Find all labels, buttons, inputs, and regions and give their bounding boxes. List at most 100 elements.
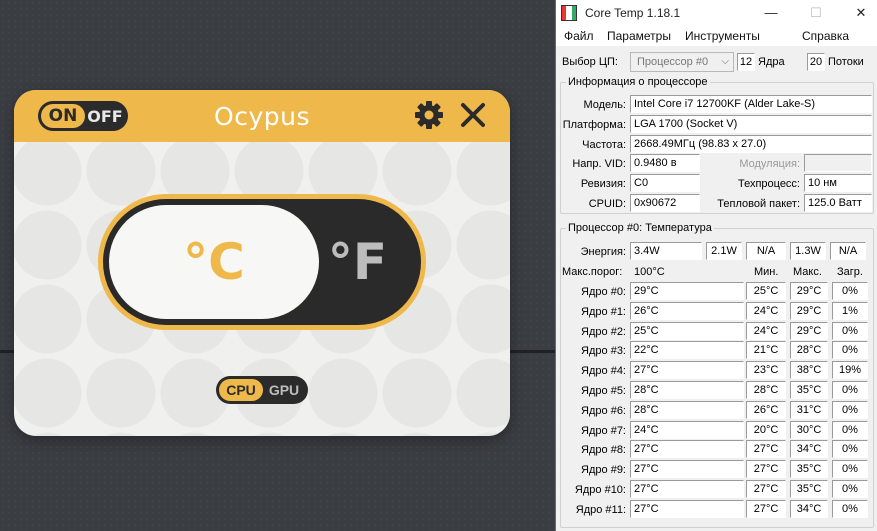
core-min-value: 20°C xyxy=(746,420,786,439)
core-max-value: 35°C xyxy=(790,480,828,498)
close-button[interactable]: ✕ xyxy=(846,3,876,23)
temperature-unit-toggle[interactable]: °C °F xyxy=(98,194,426,330)
core-temp-value: 27°C xyxy=(630,480,744,498)
frequency-label: Частота: xyxy=(582,139,626,151)
power-gpu: N/A xyxy=(830,242,866,260)
core-max-value: 35°C xyxy=(790,460,828,479)
tdp-value: 125.0 Ватт xyxy=(804,194,872,212)
column-load: Загр. xyxy=(837,266,863,278)
core-label: Ядро #1: xyxy=(581,305,626,318)
core-load-value: 0% xyxy=(832,282,868,300)
window-title: Core Temp 1.18.1 xyxy=(585,6,681,20)
device-toggle[interactable]: CPU GPU xyxy=(216,376,308,404)
platform-label: Платформа: xyxy=(562,119,626,131)
core-load-value: 0% xyxy=(832,400,868,419)
menu-options[interactable]: Параметры xyxy=(607,29,671,43)
core-label: Ядро #6: xyxy=(581,404,626,417)
vid-label: Напр. VID: xyxy=(572,158,626,170)
model-label: Модель: xyxy=(583,99,626,111)
core-label: Ядро #9: xyxy=(581,464,626,477)
core-load-value: 0% xyxy=(832,499,868,518)
lithography-label: Техпроцесс: xyxy=(737,178,800,190)
core-temp-value: 28°C xyxy=(630,381,744,399)
core-max-value: 31°C xyxy=(790,400,828,419)
core-load-value: 0% xyxy=(832,440,868,459)
lithography-value: 10 нм xyxy=(804,174,872,192)
coretemp-window: Core Temp 1.18.1 — ☐ ✕ Файл Параметры Ин… xyxy=(555,0,877,531)
core-load-value: 0% xyxy=(832,460,868,479)
fahrenheit-option[interactable]: °F xyxy=(328,199,387,325)
power-dram: 1.3W xyxy=(790,242,826,260)
cores-label: Ядра xyxy=(758,56,785,68)
core-min-value: 24°C xyxy=(746,301,786,320)
core-load-value: 0% xyxy=(832,341,868,360)
menu-file[interactable]: Файл xyxy=(564,29,594,43)
core-min-value: 27°C xyxy=(746,499,786,518)
menu-tools[interactable]: Инструменты xyxy=(685,29,760,43)
core-max-value: 29°C xyxy=(790,282,828,300)
core-temp-value: 24°C xyxy=(630,420,744,439)
gpu-option[interactable]: GPU xyxy=(263,382,305,398)
celsius-option[interactable]: °C xyxy=(109,205,319,319)
threads-label: Потоки xyxy=(828,56,864,68)
platform-value: LGA 1700 (Socket V) xyxy=(630,115,872,133)
gear-icon[interactable] xyxy=(414,100,444,130)
ocypus-widget: ON OFF Ocypus °C °F CPU GPU xyxy=(14,90,510,436)
core-max-value: 29°C xyxy=(790,321,828,340)
core-label: Ядро #7: xyxy=(581,424,626,437)
core-load-value: 0% xyxy=(832,480,868,498)
cpuid-label: CPUID: xyxy=(588,198,626,210)
threads-count: 20 xyxy=(807,53,825,71)
menu-bar: Файл Параметры Инструменты Справка xyxy=(556,26,877,46)
core-load-value: 1% xyxy=(832,301,868,320)
column-min: Мин. xyxy=(754,266,779,278)
core-label: Ядро #11: xyxy=(575,503,626,516)
cores-count: 12 xyxy=(737,53,755,71)
unit-toggle-track: °C °F xyxy=(103,199,421,325)
core-max-value: 34°C xyxy=(790,440,828,459)
processor-info-title: Информация о процессоре xyxy=(566,76,710,88)
core-min-value: 27°C xyxy=(746,460,786,479)
revision-label: Ревизия: xyxy=(580,178,626,190)
core-max-value: 28°C xyxy=(790,341,828,360)
core-temp-value: 25°C xyxy=(630,321,744,340)
power-cores: 2.1W xyxy=(706,242,742,260)
core-load-value: 0% xyxy=(832,321,868,340)
core-load-value: 19% xyxy=(832,361,868,380)
core-min-value: 27°C xyxy=(746,440,786,459)
core-load-value: 0% xyxy=(832,381,868,399)
frequency-value: 2668.49МГц (98.83 x 27.0) xyxy=(630,135,872,153)
core-temp-value: 28°C xyxy=(630,400,744,419)
close-icon[interactable] xyxy=(458,100,488,130)
core-max-value: 29°C xyxy=(790,301,828,320)
core-temp-value: 27°C xyxy=(630,499,744,518)
model-value: Intel Core i7 12700KF (Alder Lake-S) xyxy=(630,95,872,113)
tjmax-label: Макс.порог: xyxy=(562,266,623,278)
menu-help[interactable]: Справка xyxy=(802,29,849,43)
modulation-value xyxy=(804,154,872,172)
power-uncore: N/A xyxy=(746,242,786,260)
core-temp-value: 27°C xyxy=(630,361,744,380)
column-max: Макс. xyxy=(793,266,822,278)
core-min-value: 25°C xyxy=(746,282,786,300)
core-max-value: 35°C xyxy=(790,381,828,399)
core-load-value: 0% xyxy=(832,420,868,439)
core-label: Ядро #3: xyxy=(581,345,626,358)
minimize-button[interactable]: — xyxy=(756,3,786,23)
core-min-value: 21°C xyxy=(746,341,786,360)
cpu-option[interactable]: CPU xyxy=(219,379,263,401)
core-temp-value: 27°C xyxy=(630,440,744,459)
core-label: Ядро #4: xyxy=(581,365,626,378)
cpu-select-dropdown[interactable]: Процессор #0 ⌵ xyxy=(630,52,734,72)
tjmax-value: 100°C xyxy=(634,266,665,278)
modulation-label: Модуляция: xyxy=(739,158,800,170)
title-bar[interactable]: Core Temp 1.18.1 — ☐ ✕ xyxy=(556,0,877,26)
core-temp-value: 29°C xyxy=(630,282,744,300)
power-package: 3.4W xyxy=(630,242,702,260)
core-label: Ядро #5: xyxy=(581,385,626,397)
power-label: Энергия: xyxy=(580,246,626,258)
core-min-value: 24°C xyxy=(746,321,786,340)
maximize-button[interactable]: ☐ xyxy=(801,3,831,23)
app-icon xyxy=(561,5,577,21)
core-temp-value: 26°C xyxy=(630,301,744,320)
